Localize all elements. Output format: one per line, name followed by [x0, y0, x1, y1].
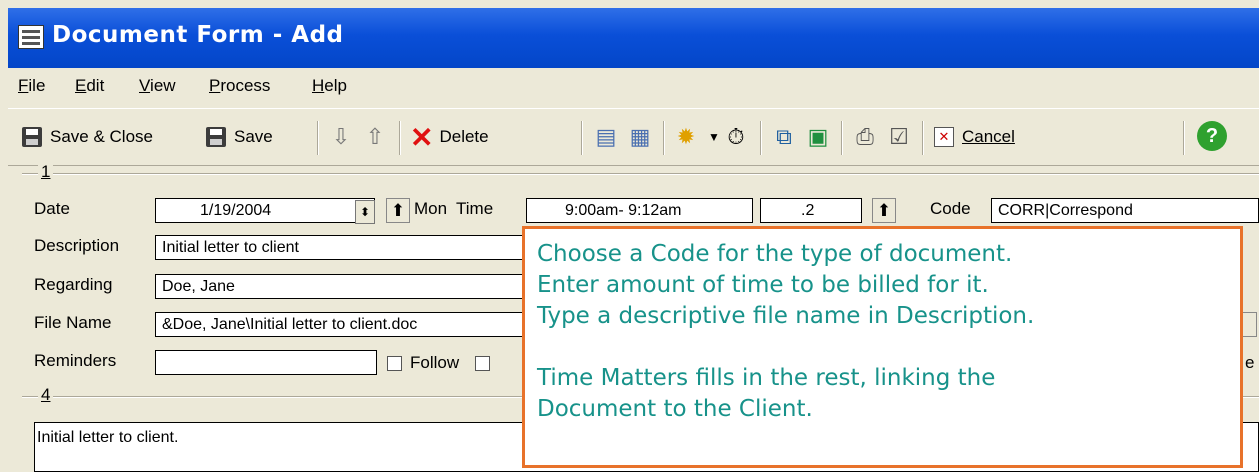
follow-label: Follow — [410, 353, 460, 372]
arrow-down-icon[interactable]: ⇩ — [327, 123, 355, 151]
menu-edit[interactable]: Edit — [75, 76, 104, 96]
menu-help[interactable]: Help — [312, 76, 347, 96]
follow-checkbox[interactable] — [387, 356, 402, 371]
floppy-icon — [22, 127, 42, 147]
save-label: Save — [234, 127, 273, 146]
date-lookup-arrow-icon[interactable]: ⬆ — [386, 198, 410, 223]
document-form-window: Document Form - Add File Edit View Proce… — [0, 0, 1259, 472]
menu-file[interactable]: File — [18, 76, 45, 96]
code-label: Code — [930, 199, 971, 218]
reminders-label: Reminders — [34, 351, 117, 370]
toolbar-separator — [841, 121, 843, 155]
callout-line: Choose a Code for the type of document. — [537, 241, 1013, 267]
date-field[interactable]: 1/19/2004 — [155, 198, 375, 223]
arrow-up-icon[interactable]: ⇧ — [361, 123, 389, 151]
toolbar-separator — [663, 121, 665, 155]
option-checkbox[interactable] — [475, 356, 490, 371]
delete-label: Delete — [439, 127, 489, 146]
properties-icon[interactable]: ☑ — [885, 123, 913, 151]
regarding-field[interactable]: Doe, Jane — [155, 274, 535, 299]
menu-view[interactable]: View — [139, 76, 176, 96]
attach-icon[interactable]: ▣ — [804, 123, 832, 151]
callout-spacer — [537, 332, 1240, 363]
code-field[interactable]: CORR|Correspond — [991, 198, 1259, 223]
callout-line: Time Matters fills in the rest, linking … — [537, 365, 996, 391]
duration-field[interactable]: .2 — [760, 198, 862, 223]
delete-button[interactable]: ✕ Delete — [410, 121, 489, 153]
file-name-field[interactable]: &Doe, Jane\Initial letter to client.doc — [155, 312, 535, 337]
menu-process[interactable]: Process — [209, 76, 270, 96]
description-field[interactable]: Initial letter to client — [155, 235, 535, 260]
time-label: Time — [456, 199, 494, 218]
help-icon[interactable]: ? — [1197, 121, 1227, 151]
stopwatch-icon[interactable]: ⏱ — [722, 123, 750, 151]
title-bar[interactable]: Document Form - Add — [8, 8, 1259, 68]
date-label: Date — [34, 199, 70, 218]
weekday-label: Mon — [414, 199, 448, 218]
instruction-callout: Choose a Code for the type of document. … — [522, 226, 1243, 468]
cancel-x-icon: ✕ — [934, 127, 954, 147]
cancel-button[interactable]: ✕ Cancel — [934, 122, 1015, 152]
callout-line: Enter amount of time to be billed for it… — [537, 272, 989, 298]
link-document-icon[interactable]: ⧉ — [770, 123, 798, 151]
save-button[interactable]: Save — [206, 122, 273, 152]
toolbar-separator — [760, 121, 762, 155]
duration-lookup-arrow-icon[interactable]: ⬆ — [872, 198, 896, 223]
new-event-icon[interactable]: ✹ — [672, 123, 700, 151]
delete-x-icon: ✕ — [410, 121, 434, 153]
toolbar-separator — [922, 121, 924, 155]
truncated-label: e — [1245, 353, 1255, 372]
save-close-label: Save & Close — [50, 127, 153, 146]
description-label: Description — [34, 236, 120, 255]
callout-line: Document to the Client. — [537, 396, 813, 422]
reminders-field[interactable] — [155, 350, 377, 375]
cancel-label: Cancel — [962, 127, 1015, 146]
toolbar-separator — [317, 121, 319, 155]
window-title: Document Form - Add — [52, 22, 344, 48]
regarding-label: Regarding — [34, 275, 113, 294]
toolbar-separator — [581, 121, 583, 155]
floppy-icon — [206, 127, 226, 147]
date-spinner-icon[interactable]: ⬍ — [355, 200, 375, 224]
group-4-label: 4 — [38, 385, 54, 405]
copy-record-icon[interactable]: ▤ — [592, 123, 620, 151]
toolbar-separator — [1183, 121, 1185, 155]
menu-bar: File Edit View Process Help — [8, 68, 1259, 106]
toolbar: Save & Close Save ⇩ ⇧ ✕ Delete ▤ ▦ ✹ ▼ ⏱… — [8, 108, 1259, 166]
print-icon[interactable]: ⎙ — [851, 123, 879, 151]
file-name-label: File Name — [34, 313, 112, 332]
time-field[interactable]: 9:00am- 9:12am — [526, 198, 753, 223]
group-divider — [22, 173, 1259, 175]
document-form-icon — [18, 25, 44, 49]
toolbar-separator — [399, 121, 401, 155]
save-close-button[interactable]: Save & Close — [22, 122, 153, 152]
group-1-label: 1 — [38, 162, 54, 182]
report-icon[interactable]: ▦ — [626, 123, 654, 151]
callout-line: Type a descriptive file name in Descript… — [537, 303, 1035, 329]
